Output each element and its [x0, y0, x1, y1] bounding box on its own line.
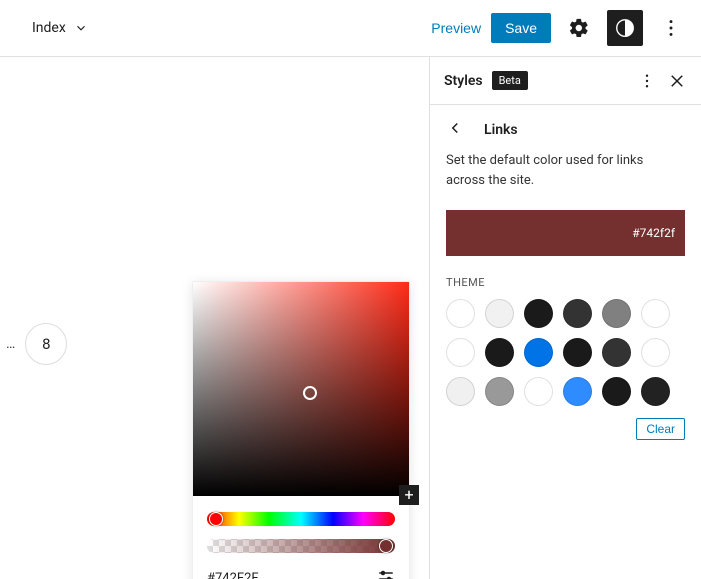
- theme-color-swatch[interactable]: [524, 299, 553, 328]
- add-block-handle[interactable]: +: [399, 485, 419, 505]
- more-menu-button[interactable]: [653, 10, 689, 46]
- hue-slider[interactable]: [207, 512, 395, 526]
- beta-badge: Beta: [492, 71, 528, 90]
- detail-inputs-toggle[interactable]: [377, 567, 395, 579]
- preview-button[interactable]: Preview: [431, 20, 481, 36]
- theme-color-swatch[interactable]: [602, 299, 631, 328]
- alpha-thumb[interactable]: [379, 539, 393, 553]
- editor-canvas[interactable]: … 8 + #742F2F: [0, 57, 430, 579]
- color-area-cursor[interactable]: [303, 386, 317, 400]
- nav-title: Links: [484, 122, 518, 138]
- chevron-down-icon: [74, 21, 88, 35]
- template-label: Index: [32, 20, 66, 36]
- theme-color-swatch[interactable]: [563, 299, 592, 328]
- theme-color-swatch[interactable]: [524, 377, 553, 406]
- save-button[interactable]: Save: [491, 13, 551, 43]
- styles-button[interactable]: [607, 10, 643, 46]
- close-icon: [668, 72, 686, 90]
- chevron-left-icon: [446, 119, 464, 137]
- theme-color-swatch[interactable]: [446, 299, 475, 328]
- kebab-icon: [638, 72, 656, 90]
- pagination-ellipsis: …: [6, 336, 15, 352]
- current-color-swatch[interactable]: #742f2f: [446, 210, 685, 256]
- theme-color-swatch[interactable]: [524, 338, 553, 367]
- contrast-icon: [614, 17, 636, 39]
- theme-color-swatch[interactable]: [485, 338, 514, 367]
- color-picker-popover: + #742F2F: [192, 281, 410, 579]
- panel-close-button[interactable]: [667, 71, 687, 91]
- alpha-slider[interactable]: [207, 539, 395, 553]
- theme-color-swatch[interactable]: [563, 377, 592, 406]
- hex-value: #742F2F: [207, 571, 259, 579]
- theme-color-swatch[interactable]: [485, 299, 514, 328]
- settings-button[interactable]: [561, 10, 597, 46]
- theme-section-label: THEME: [430, 272, 701, 299]
- theme-color-swatch[interactable]: [602, 338, 631, 367]
- theme-color-swatch[interactable]: [641, 338, 670, 367]
- theme-color-swatch[interactable]: [641, 299, 670, 328]
- panel-description: Set the default color used for links acr…: [430, 151, 701, 206]
- back-button[interactable]: [446, 119, 464, 141]
- theme-color-swatch[interactable]: [563, 338, 592, 367]
- theme-color-swatch[interactable]: [485, 377, 514, 406]
- sliders-icon: [377, 567, 395, 579]
- theme-color-swatch[interactable]: [602, 377, 631, 406]
- styles-panel: Styles Beta Links Set the default color …: [430, 57, 701, 579]
- current-color-hex: #742f2f: [632, 226, 675, 240]
- panel-title: Styles: [444, 73, 483, 89]
- kebab-icon: [660, 17, 682, 39]
- gear-icon: [568, 17, 590, 39]
- hue-thumb[interactable]: [209, 512, 223, 526]
- theme-color-swatch[interactable]: [446, 338, 475, 367]
- theme-color-swatch[interactable]: [641, 377, 670, 406]
- panel-more-button[interactable]: [637, 71, 657, 91]
- clear-button[interactable]: Clear: [636, 418, 685, 440]
- theme-swatches: [430, 299, 701, 406]
- pagination-page-button[interactable]: 8: [25, 323, 67, 365]
- theme-color-swatch[interactable]: [446, 377, 475, 406]
- template-switcher[interactable]: Index: [32, 20, 88, 36]
- color-saturation-area[interactable]: +: [193, 282, 409, 496]
